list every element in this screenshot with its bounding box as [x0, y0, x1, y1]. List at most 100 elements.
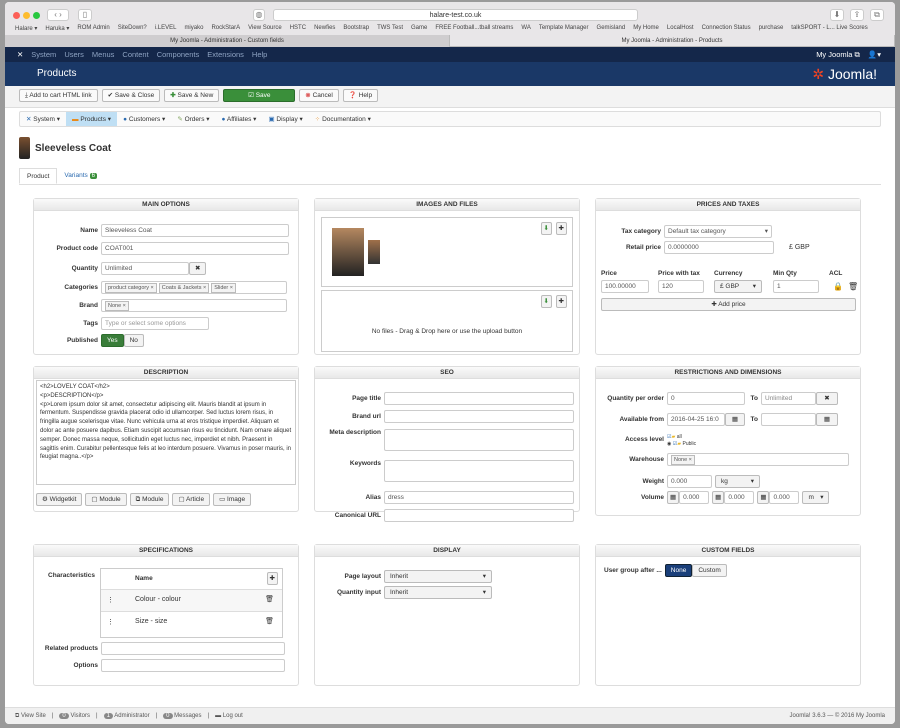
- price-input[interactable]: 100.00000: [601, 280, 649, 293]
- add-characteristic-button[interactable]: ✚: [266, 572, 278, 585]
- tax-category-select[interactable]: Default tax category ▾: [664, 225, 772, 238]
- back-forward-button[interactable]: ‹ ›: [47, 9, 69, 21]
- module-button[interactable]: ▢ Module: [85, 493, 127, 506]
- share-icon[interactable]: ⇪: [850, 9, 864, 21]
- submenu-display[interactable]: ▣ Display ▾: [262, 112, 308, 126]
- image-button[interactable]: ▭ Image: [213, 493, 252, 506]
- module-position-button[interactable]: ⧉ Module: [129, 493, 170, 506]
- address-bar[interactable]: halare-test.co.uk: [273, 9, 638, 21]
- logout-link[interactable]: ▬ Log out: [215, 713, 243, 719]
- warehouse-input[interactable]: None ×: [667, 453, 849, 466]
- related-products-input[interactable]: [101, 642, 285, 655]
- article-button[interactable]: ▢ Article: [172, 493, 211, 506]
- page-layout-select[interactable]: Inherit ▾: [384, 570, 492, 583]
- lock-icon[interactable]: 🔒: [833, 282, 843, 291]
- custom-button[interactable]: Custom: [692, 564, 727, 577]
- bookmark-item[interactable]: purchase: [759, 25, 784, 32]
- page-title-input[interactable]: [384, 392, 574, 405]
- price-with-tax-input[interactable]: 120: [658, 280, 704, 293]
- submenu-customers[interactable]: ● Customers ▾: [117, 112, 171, 126]
- tab-product[interactable]: Product: [19, 168, 58, 184]
- nav-components[interactable]: Components: [157, 50, 200, 59]
- options-input[interactable]: [101, 659, 285, 672]
- submenu-system[interactable]: ✕ System ▾: [20, 112, 66, 126]
- image-dropzone[interactable]: ⬇ ✚: [321, 217, 573, 287]
- clear-quantity-button[interactable]: ✖: [189, 262, 207, 275]
- none-button[interactable]: None: [664, 564, 693, 577]
- calendar-icon[interactable]: ▦: [725, 413, 745, 426]
- privacy-icon[interactable]: ◍: [253, 9, 265, 21]
- trash-icon[interactable]: 🗑: [848, 282, 858, 291]
- visitors-link[interactable]: 0 Visitors: [59, 713, 90, 719]
- bookmark-item[interactable]: TWS Test: [377, 25, 403, 32]
- cancel-button[interactable]: ⊗ Cancel: [299, 89, 339, 102]
- min-qty-input[interactable]: 1: [773, 280, 819, 293]
- tags-input[interactable]: Type or select some options: [101, 317, 209, 330]
- bookmark-item[interactable]: Template Manager: [539, 25, 589, 32]
- site-link[interactable]: My Joomla ⧉: [816, 50, 860, 60]
- help-button[interactable]: ❓ Help: [342, 89, 379, 102]
- tabs-icon[interactable]: ⧉: [870, 9, 884, 21]
- category-tag[interactable]: product category ×: [105, 283, 157, 293]
- add-file-button[interactable]: ✚: [555, 295, 567, 308]
- calendar-icon[interactable]: ▦: [816, 413, 838, 426]
- bookmark-item[interactable]: Game: [411, 25, 427, 32]
- qty-per-order-min-input[interactable]: 0: [667, 392, 745, 405]
- warehouse-tag[interactable]: None ×: [671, 455, 695, 465]
- keywords-input[interactable]: [384, 460, 574, 482]
- submenu-orders[interactable]: ✎ Orders ▾: [171, 112, 215, 126]
- view-site-link[interactable]: ⧉ View Site: [15, 713, 46, 720]
- bookmark-item[interactable]: Gemisland: [597, 25, 626, 32]
- quantity-input[interactable]: Unlimited: [101, 262, 189, 275]
- product-image[interactable]: [332, 228, 364, 276]
- available-to-input[interactable]: [761, 413, 816, 426]
- add-price-button[interactable]: ✚ Add price: [601, 298, 856, 311]
- bookmark-item[interactable]: Bootstrap: [343, 25, 369, 32]
- bookmark-item[interactable]: Newfies: [314, 25, 335, 32]
- meta-description-input[interactable]: [384, 429, 574, 451]
- bookmark-item[interactable]: LocalHost: [667, 25, 694, 32]
- tab-variants[interactable]: Variants 6: [57, 168, 104, 184]
- canonical-url-input[interactable]: [384, 509, 574, 522]
- maximize-window-button[interactable]: [33, 12, 40, 19]
- file-dropzone[interactable]: ⬇ ✚ No files - Drag & Drop here or use t…: [321, 290, 573, 352]
- bookmark-item[interactable]: View Source: [248, 25, 282, 32]
- trash-icon[interactable]: 🗑: [265, 595, 274, 603]
- description-textarea[interactable]: <h2>LOVELY COAT</h2> <p>DESCRIPTION</p> …: [36, 380, 296, 485]
- submenu-documentation[interactable]: ⁘ Documentation ▾: [309, 112, 377, 126]
- available-from-input[interactable]: 2016-04-25 16:0: [667, 413, 725, 426]
- administrator-link[interactable]: 1 Administrator: [103, 713, 150, 719]
- bookmark-item[interactable]: WA: [521, 25, 530, 32]
- volume-length-input[interactable]: 0.000: [679, 491, 710, 504]
- volume-width-input[interactable]: 0.000: [724, 491, 755, 504]
- bookmark-item[interactable]: Halare ▾: [15, 25, 37, 32]
- save-button[interactable]: ☑ Save: [223, 89, 296, 102]
- widgetkit-button[interactable]: ⚙ Widgetkit: [36, 493, 83, 506]
- category-tag[interactable]: Slider ×: [211, 283, 237, 293]
- bookmark-item[interactable]: SiteDown?: [118, 25, 147, 32]
- drag-handle-icon[interactable]: ⋮: [107, 618, 114, 626]
- bookmark-item[interactable]: FREE Football...tball streams: [435, 25, 513, 32]
- user-icon[interactable]: 👤▾: [868, 50, 881, 59]
- alias-input[interactable]: dress: [384, 491, 574, 504]
- category-tag[interactable]: Coats & Jackets ×: [158, 283, 210, 293]
- save-close-button[interactable]: ✔ Save & Close: [101, 89, 161, 102]
- trash-icon[interactable]: 🗑: [265, 617, 274, 625]
- product-image[interactable]: [368, 240, 380, 264]
- nav-users[interactable]: Users: [64, 50, 84, 59]
- submenu-affiliates[interactable]: ● Affiliates ▾: [216, 112, 263, 126]
- nav-menus[interactable]: Menus: [92, 50, 115, 59]
- bookmark-item[interactable]: miyako: [184, 25, 203, 32]
- submenu-products[interactable]: ▬ Products ▾: [66, 112, 118, 126]
- categories-input[interactable]: product category × Coats & Jackets × Slide…: [101, 281, 287, 294]
- published-yes-button[interactable]: Yes: [101, 334, 124, 347]
- bookmark-item[interactable]: My Home: [633, 25, 659, 32]
- messages-link[interactable]: 0 Messages: [163, 713, 202, 719]
- nav-extensions[interactable]: Extensions: [207, 50, 244, 59]
- brand-url-input[interactable]: [384, 410, 574, 423]
- brand-tag[interactable]: None ×: [105, 301, 129, 311]
- bookmark-item[interactable]: HSTC: [290, 25, 306, 32]
- nav-system[interactable]: System: [31, 50, 56, 59]
- download-image-button[interactable]: ⬇: [540, 222, 552, 235]
- quantity-input-select[interactable]: Inherit ▾: [384, 586, 492, 599]
